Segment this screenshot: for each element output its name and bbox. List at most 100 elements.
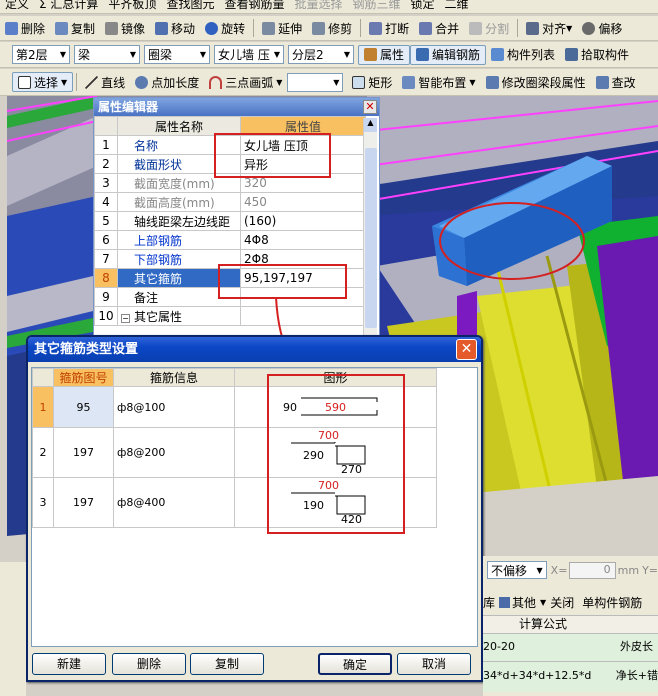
component-list-button[interactable]: 构件列表 — [486, 45, 560, 65]
shape-highlight-box — [267, 374, 405, 534]
separator — [360, 19, 362, 37]
scroll-up-icon[interactable]: ▲ — [364, 118, 377, 132]
cursor-icon — [18, 75, 31, 89]
property-value[interactable]: 4Φ8 — [240, 230, 366, 250]
check-modify-button[interactable]: 查改 — [591, 72, 641, 92]
smart-layout-button[interactable]: 智能布置 ▼ — [397, 72, 480, 92]
pick-component-label: 拾取构件 — [581, 48, 630, 62]
toolbar-row-2: 删除 复制 镜像 移动 旋转 延伸 修剪 打断 合并 分割 对齐 ▼ 偏移 — [0, 16, 658, 41]
property-value[interactable]: 450 — [240, 192, 366, 212]
rebar-3d-button[interactable]: 钢筋三维 — [347, 0, 405, 11]
table-row[interactable]: 6 上部钢筋 4Φ8 — [94, 230, 366, 250]
line-icon — [85, 75, 99, 89]
stirrup-info[interactable]: ф8@200 — [113, 427, 235, 478]
draw-mode-select[interactable]: ▼ — [287, 72, 344, 92]
table-row[interactable]: 4 截面高度(mm) 450 — [94, 192, 366, 212]
row-number-header — [94, 116, 118, 136]
formula-value[interactable]: 20-20 — [483, 634, 620, 661]
chevron-down-icon: ▼ — [129, 50, 136, 59]
close-button[interactable]: 关闭 — [550, 594, 574, 611]
rectangle-button[interactable]: 矩形 — [347, 72, 397, 92]
element-type-value: 梁 — [78, 48, 91, 62]
property-value[interactable] — [240, 306, 366, 326]
library-button[interactable]: 库 — [483, 594, 495, 611]
split-label: 分割 — [485, 21, 510, 36]
property-value[interactable]: (160) — [240, 211, 366, 231]
stirrup-type-dialog: 其它箍筋类型设置 ✕ 箍筋图号 箍筋信息 图形 1 95 ф8@100 90 5… — [26, 335, 483, 682]
batch-select-button[interactable]: 批量选择 — [289, 0, 347, 11]
row-number: 2 — [94, 154, 118, 174]
row-number: 6 — [94, 230, 118, 250]
subtype-select[interactable]: 圈梁 ▼ — [144, 45, 210, 64]
trim-button[interactable]: 修剪 — [307, 18, 357, 38]
table-row[interactable]: 34*d+34*d+12.5*d 净长+错 — [483, 662, 658, 692]
break-button[interactable]: 打断 — [364, 18, 414, 38]
point-length-icon — [135, 75, 149, 89]
align-button[interactable]: 对齐 ▼ — [521, 18, 577, 38]
lock-button[interactable]: 锁定 — [406, 0, 440, 11]
split-button[interactable]: 分割 — [464, 18, 514, 38]
row-number: 1 — [32, 386, 54, 428]
summary-calc-button[interactable]: Σ 汇总计算 — [34, 0, 103, 11]
close-icon[interactable]: ✕ — [363, 100, 377, 114]
x-input[interactable]: 0 — [569, 561, 616, 579]
property-icon — [364, 48, 377, 61]
property-scrollbar[interactable]: ▲ — [363, 118, 377, 336]
new-button[interactable]: 新建 — [32, 653, 106, 675]
property-button[interactable]: 属性 — [358, 44, 411, 65]
stirrup-number[interactable]: 197 — [53, 427, 114, 478]
component-select[interactable]: 女儿墙 压 ▼ — [214, 45, 284, 64]
mirror-button[interactable]: 镜像 — [100, 18, 150, 38]
table-row[interactable]: 10− 其它属性 — [94, 306, 366, 326]
formula-value[interactable]: 34*d+34*d+12.5*d — [483, 662, 616, 692]
define-button[interactable]: 定义 — [0, 0, 34, 11]
layer-select[interactable]: 分层2 ▼ — [288, 45, 354, 64]
delete-button[interactable]: 删除 — [0, 18, 50, 38]
smart-layout-icon — [402, 75, 416, 89]
close-icon[interactable]: ✕ — [456, 339, 477, 360]
edit-rebar-button[interactable]: 编辑钢筋 — [410, 44, 487, 65]
modify-beam-segment-button[interactable]: 修改圈梁段属性 — [481, 72, 591, 92]
2d-button[interactable]: 二维 — [440, 0, 474, 11]
expand-icon[interactable]: − — [121, 313, 130, 323]
extend-label: 延伸 — [278, 21, 303, 36]
stirrup-number[interactable]: 197 — [53, 477, 114, 528]
rotate-label: 旋转 — [221, 21, 246, 36]
line-button[interactable]: 直线 — [80, 72, 130, 92]
chevron-down-icon: ▼ — [343, 50, 350, 59]
copy-button[interactable]: 复制 — [50, 18, 100, 38]
three-point-arc-button[interactable]: 三点画弧 ▼ — [204, 72, 287, 92]
move-button[interactable]: 移动 — [150, 18, 200, 38]
copy-label: 复制 — [71, 21, 96, 36]
point-length-button[interactable]: 点加长度 — [130, 72, 204, 92]
stirrup-info[interactable]: ф8@400 — [113, 477, 235, 528]
rotate-button[interactable]: 旋转 — [200, 18, 250, 38]
single-component-rebar-button[interactable]: 单构件钢筋 — [582, 594, 642, 611]
element-type-select[interactable]: 梁 ▼ — [74, 45, 140, 64]
select-button[interactable]: 选择 ▼ — [12, 72, 74, 92]
extend-button[interactable]: 延伸 — [257, 18, 307, 38]
other-button[interactable]: 其他 — [512, 594, 536, 611]
table-row[interactable]: 20-20 外皮长 — [483, 634, 658, 662]
cancel-button[interactable]: 取消 — [397, 653, 471, 675]
point-length-label: 点加长度 — [151, 75, 200, 90]
stirrup-number[interactable]: 95 — [53, 386, 114, 428]
pick-component-button[interactable]: 拾取构件 — [560, 45, 634, 65]
offset-button[interactable]: 偏移 — [577, 18, 627, 38]
view-rebar-button[interactable]: 查看钢筋量 — [219, 0, 289, 11]
floor-select[interactable]: 第2层 ▼ — [12, 45, 70, 64]
arc-icon — [209, 75, 223, 89]
scroll-thumb[interactable] — [365, 148, 377, 328]
offset-select[interactable]: 不偏移 ▼ — [487, 561, 547, 579]
ok-button[interactable]: 确定 — [318, 653, 392, 675]
remark-value: 外皮长 — [620, 640, 653, 653]
merge-button[interactable]: 合并 — [414, 18, 464, 38]
delete-button[interactable]: 删除 — [112, 653, 186, 675]
table-row[interactable]: 5 轴线距梁左边线距 (160) — [94, 211, 366, 231]
align-top-button[interactable]: 平齐板顶 — [103, 0, 161, 11]
chevron-down-icon: ▼ — [536, 565, 543, 575]
copy-button[interactable]: 复制 — [190, 653, 264, 675]
find-button[interactable]: 查找图元 — [161, 0, 219, 11]
offset-label: 偏移 — [598, 21, 623, 36]
stirrup-info[interactable]: ф8@100 — [113, 386, 235, 428]
